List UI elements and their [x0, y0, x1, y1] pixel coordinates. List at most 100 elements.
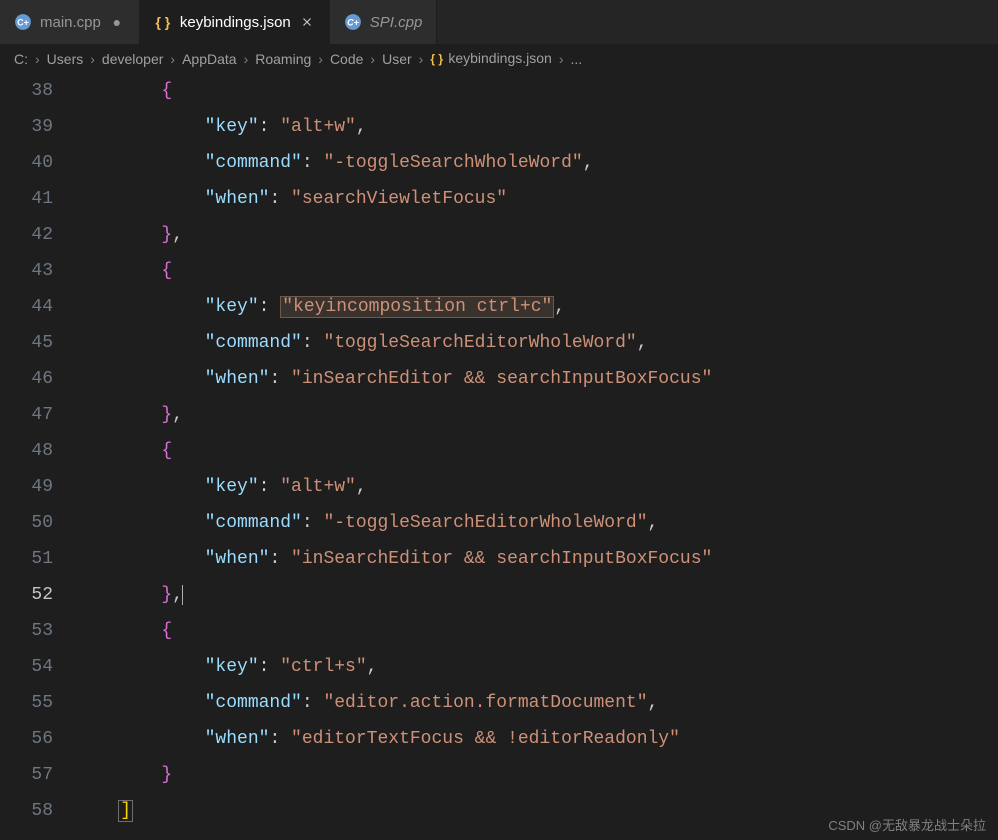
tab-SPI-cpp[interactable]: C+ SPI.cpp: [330, 0, 438, 44]
breadcrumb-segment[interactable]: User: [382, 51, 412, 67]
code-line[interactable]: {: [75, 433, 998, 469]
code-line[interactable]: "when": "inSearchEditor && searchInputBo…: [75, 541, 998, 577]
code-line[interactable]: "key": "ctrl+s",: [75, 649, 998, 685]
whitespace: [75, 225, 161, 245]
whitespace: [75, 477, 205, 497]
code-line[interactable]: {: [75, 613, 998, 649]
code-line[interactable]: "key": "keyincomposition ctrl+c",: [75, 289, 998, 325]
key-token: "command": [205, 333, 302, 353]
whitespace: [75, 333, 205, 353]
punct-token: ,: [356, 117, 367, 137]
code-editor[interactable]: 3839404142434445464748495051525354555657…: [0, 73, 998, 837]
line-number: 48: [0, 433, 53, 469]
line-number: 46: [0, 361, 53, 397]
tab-keybindings-json[interactable]: { }keybindings.json: [140, 0, 330, 44]
line-number: 49: [0, 469, 53, 505]
whitespace: [75, 153, 205, 173]
punct-token: :: [259, 297, 281, 317]
key-token: "command": [205, 693, 302, 713]
brace-token: {: [161, 261, 172, 281]
brace-token: {: [161, 621, 172, 641]
line-number: 45: [0, 325, 53, 361]
line-number-gutter: 3839404142434445464748495051525354555657…: [0, 73, 75, 837]
code-content[interactable]: { "key": "alt+w", "command": "-toggleSea…: [75, 73, 998, 837]
punct-token: ,: [367, 657, 378, 677]
key-token: "command": [205, 153, 302, 173]
punct-token: :: [302, 693, 324, 713]
breadcrumb[interactable]: C:›Users›developer›AppData›Roaming›Code›…: [0, 44, 998, 73]
breadcrumb-more[interactable]: ...: [571, 51, 583, 67]
punct-token: :: [259, 117, 281, 137]
code-line[interactable]: "key": "alt+w",: [75, 109, 998, 145]
punct-token: ,: [648, 693, 659, 713]
whitespace: [75, 621, 161, 641]
code-line[interactable]: "key": "alt+w",: [75, 469, 998, 505]
cpp-file-icon: C+: [344, 13, 362, 31]
punct-token: :: [269, 549, 291, 569]
breadcrumb-segment[interactable]: AppData: [182, 51, 236, 67]
punct-token: :: [259, 657, 281, 677]
str-token: "editorTextFocus && !editorReadonly": [291, 729, 680, 749]
code-line[interactable]: "command": "toggleSearchEditorWholeWord"…: [75, 325, 998, 361]
code-line[interactable]: "when": "searchViewletFocus": [75, 181, 998, 217]
whitespace: [75, 549, 205, 569]
svg-text:C+: C+: [17, 17, 29, 27]
str-token: "-toggleSearchEditorWholeWord": [323, 513, 647, 533]
brace-token: }: [161, 405, 172, 425]
tab-label: SPI.cpp: [370, 14, 423, 31]
str-token: "inSearchEditor && searchInputBoxFocus": [291, 369, 712, 389]
breadcrumb-segment[interactable]: developer: [102, 51, 164, 67]
whitespace: [75, 441, 161, 461]
line-number: 54: [0, 649, 53, 685]
code-line[interactable]: },: [75, 217, 998, 253]
close-icon[interactable]: [299, 14, 315, 30]
watermark-text: CSDN @无敌暴龙战士朵拉: [828, 815, 986, 834]
str-token: "keyincomposition ctrl+c": [280, 296, 554, 318]
breadcrumb-file[interactable]: { }keybindings.json: [430, 50, 552, 67]
breadcrumb-segment[interactable]: C:: [14, 51, 28, 67]
code-line[interactable]: "when": "editorTextFocus && !editorReado…: [75, 721, 998, 757]
code-line[interactable]: "command": "-toggleSearchEditorWholeWord…: [75, 505, 998, 541]
brace-token: }: [161, 585, 172, 605]
punct-token: ,: [356, 477, 367, 497]
whitespace: [75, 189, 205, 209]
bracket-token: ]: [118, 800, 133, 822]
str-token: "alt+w": [280, 117, 356, 137]
punct-token: :: [302, 333, 324, 353]
chevron-right-icon: ›: [90, 51, 95, 67]
breadcrumb-segment[interactable]: Users: [47, 51, 84, 67]
line-number: 47: [0, 397, 53, 433]
line-number: 57: [0, 757, 53, 793]
punct-token: :: [269, 369, 291, 389]
punct-token: ,: [637, 333, 648, 353]
punct-token: ,: [172, 225, 183, 245]
code-line[interactable]: "when": "inSearchEditor && searchInputBo…: [75, 361, 998, 397]
key-token: "command": [205, 513, 302, 533]
code-line[interactable]: },: [75, 577, 998, 613]
whitespace: [75, 801, 118, 821]
whitespace: [75, 81, 161, 101]
json-file-icon: { }: [430, 51, 446, 67]
tab-main-cpp[interactable]: C+ main.cpp: [0, 0, 140, 44]
whitespace: [75, 261, 161, 281]
code-line[interactable]: "command": "-toggleSearchWholeWord",: [75, 145, 998, 181]
key-token: "when": [205, 729, 270, 749]
line-number: 51: [0, 541, 53, 577]
code-line[interactable]: {: [75, 73, 998, 109]
code-line[interactable]: {: [75, 253, 998, 289]
whitespace: [75, 585, 161, 605]
breadcrumb-segment[interactable]: Code: [330, 51, 363, 67]
chevron-right-icon: ›: [244, 51, 249, 67]
breadcrumb-segment[interactable]: Roaming: [255, 51, 311, 67]
str-token: "inSearchEditor && searchInputBoxFocus": [291, 549, 712, 569]
code-line[interactable]: }: [75, 757, 998, 793]
tab-bar: C+ main.cpp { }keybindings.json C+ SPI.cpp: [0, 0, 998, 44]
str-token: "toggleSearchEditorWholeWord": [323, 333, 636, 353]
code-line[interactable]: },: [75, 397, 998, 433]
code-line[interactable]: "command": "editor.action.formatDocument…: [75, 685, 998, 721]
key-token: "key": [205, 297, 259, 317]
unsaved-indicator-icon: [109, 14, 125, 30]
brace-token: {: [161, 441, 172, 461]
punct-token: ,: [648, 513, 659, 533]
tab-label: main.cpp: [40, 14, 101, 31]
